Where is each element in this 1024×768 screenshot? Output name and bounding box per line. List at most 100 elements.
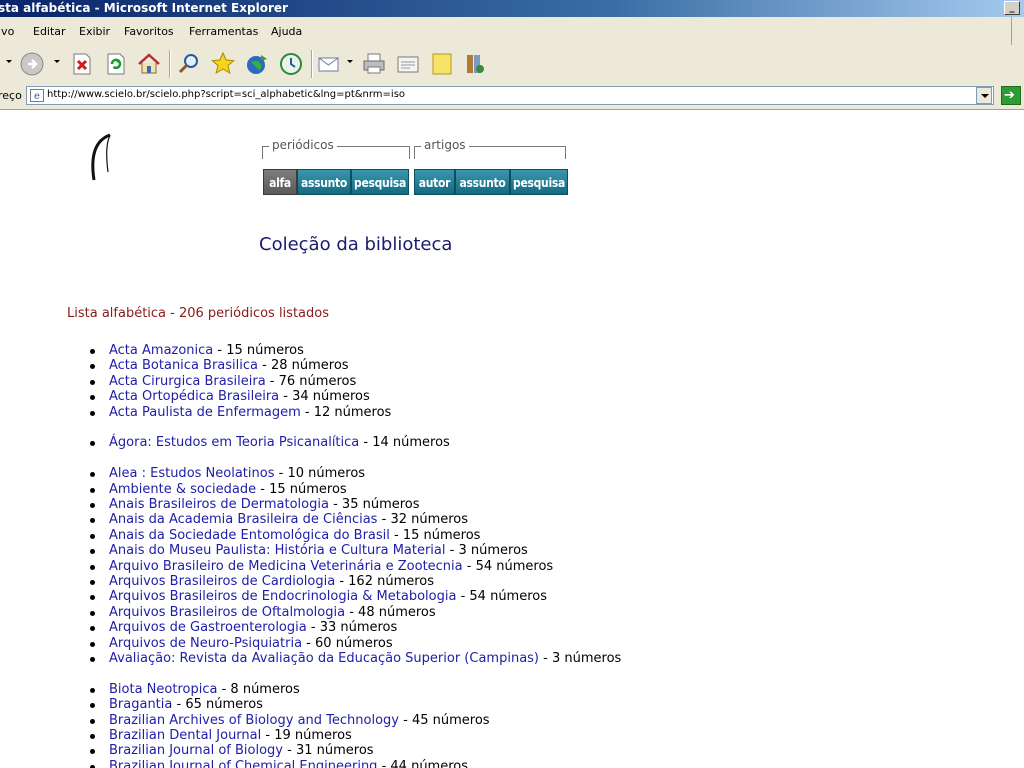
separator: -: [445, 543, 459, 558]
journal-row-text: Anais da Sociedade Entomológica do Brasi…: [109, 528, 480, 543]
media-icon[interactable]: [244, 51, 270, 77]
issue-count: 10 números: [287, 466, 366, 481]
journal-link[interactable]: Arquivos Brasileiros de Cardiologia: [109, 574, 335, 589]
nav-artigos-pesquisa[interactable]: pesquisa: [510, 169, 568, 195]
issue-count: 12 números: [313, 405, 392, 420]
journal-link[interactable]: Acta Botanica Brasilica: [109, 358, 258, 373]
journal-link[interactable]: Alea : Estudos Neolatinos: [109, 466, 274, 481]
discuss-icon[interactable]: [429, 51, 455, 77]
journal-link[interactable]: Brazilian Journal of Chemical Engineerin…: [109, 759, 377, 768]
journal-row-text: Anais Brasileiros de Dermatologia - 35 n…: [109, 497, 420, 512]
journal-link[interactable]: Acta Amazonica: [109, 343, 213, 358]
journal-row-text: Acta Paulista de Enfermagem - 12 números: [109, 405, 391, 420]
mail-icon[interactable]: [316, 51, 342, 77]
ie-page-icon: e: [30, 89, 44, 102]
journal-link[interactable]: Arquivos de Neuro-Psiquiatria: [109, 636, 302, 651]
search-icon[interactable]: [176, 51, 202, 77]
journal-link[interactable]: Acta Cirurgica Brasileira: [109, 374, 266, 389]
messenger-icon[interactable]: [462, 51, 488, 77]
go-button-icon[interactable]: [1001, 86, 1021, 105]
journal-link[interactable]: Arquivos Brasileiros de Endocrinologia &…: [109, 589, 456, 604]
nav-artigos-assunto[interactable]: assunto: [455, 169, 510, 195]
journal-link[interactable]: Bragantia: [109, 697, 172, 712]
separator: -: [300, 405, 314, 420]
bullet-icon: [90, 395, 95, 400]
journal-link[interactable]: Brazilian Journal of Biology: [109, 743, 283, 758]
journal-link[interactable]: Anais do Museu Paulista: História e Cult…: [109, 543, 446, 558]
menu-tools[interactable]: Ferramentas: [189, 25, 258, 38]
scielo-logo[interactable]: [66, 132, 162, 188]
journal-link[interactable]: Arquivos de Gastroenterologia: [109, 620, 307, 635]
address-url: http://www.scielo.br/scielo.php?script=s…: [47, 89, 406, 100]
refresh-icon[interactable]: [103, 51, 129, 77]
history-icon[interactable]: [278, 51, 304, 77]
journal-row-text: Brazilian Dental Journal - 19 números: [109, 728, 352, 743]
svg-text:e: e: [34, 91, 40, 102]
journal-row-text: Anais do Museu Paulista: História e Cult…: [109, 543, 528, 558]
forward-icon[interactable]: [19, 51, 45, 77]
menu-help[interactable]: Ajuda: [271, 25, 302, 38]
bullet-icon: [90, 749, 95, 754]
separator: -: [261, 728, 275, 743]
menu-view[interactable]: Exibir: [79, 25, 110, 38]
menu-edit[interactable]: Editar: [33, 25, 66, 38]
edit-icon[interactable]: [395, 51, 421, 77]
issue-count: 31 números: [295, 743, 374, 758]
bullet-icon: [90, 380, 95, 385]
journal-link[interactable]: Brazilian Dental Journal: [109, 728, 261, 743]
nav-artigos-autor[interactable]: autor: [414, 169, 455, 195]
issue-count: 34 números: [292, 389, 370, 404]
address-input[interactable]: e http://www.scielo.br/scielo.php?script…: [26, 86, 994, 105]
back-dropdown-icon[interactable]: [6, 60, 12, 63]
journal-link[interactable]: Arquivos Brasileiros de Oftalmologia: [109, 605, 345, 620]
nav-periodicos-pesquisa[interactable]: pesquisa: [351, 169, 409, 195]
journal-link[interactable]: Ágora: Estudos em Teoria Psicanalítica: [109, 435, 359, 450]
menu-bar: ivo Editar Exibir Favoritos Ferramentas …: [0, 17, 1024, 46]
nav-periodicos-alfa[interactable]: alfa: [263, 169, 297, 195]
journal-link[interactable]: Acta Paulista de Enfermagem: [109, 405, 301, 420]
stop-icon[interactable]: [69, 51, 95, 77]
list-header: Lista alfabética - 206 periódicos listad…: [67, 306, 329, 321]
page-title: Coleção da biblioteca: [259, 234, 453, 255]
issue-count: 65 números: [185, 697, 263, 712]
journal-row-text: Acta Botanica Brasilica - 28 números: [109, 358, 349, 373]
issue-count: 19 números: [274, 728, 352, 743]
separator: -: [398, 713, 412, 728]
issue-count: 14 números: [372, 435, 450, 450]
journal-row-text: Arquivos de Gastroenterologia - 33 númer…: [109, 620, 397, 635]
home-icon[interactable]: [136, 51, 162, 77]
nav-periodicos-assunto[interactable]: assunto: [297, 169, 351, 195]
print-icon[interactable]: [361, 51, 387, 77]
bullet-icon: [90, 472, 95, 477]
forward-dropdown-icon[interactable]: [54, 60, 60, 63]
mail-dropdown-icon[interactable]: [347, 60, 353, 63]
menu-favorites[interactable]: Favoritos: [124, 25, 174, 38]
issue-count: 15 números: [226, 343, 304, 358]
journal-link[interactable]: Biota Neotropica: [109, 682, 217, 697]
bullet-icon: [90, 611, 95, 616]
address-label: reço: [0, 89, 22, 102]
windows-logo-icon: [1011, 17, 1024, 45]
close-window-icon[interactable]: _: [1004, 1, 1020, 15]
journal-link[interactable]: Brazilian Archives of Biology and Techno…: [109, 713, 399, 728]
journal-row-text: Brazilian Journal of Biology - 31 número…: [109, 743, 374, 758]
window-title: sta alfabética - Microsoft Internet Expl…: [0, 1, 288, 15]
journal-link[interactable]: Anais Brasileiros de Dermatologia: [109, 497, 329, 512]
separator: -: [328, 497, 342, 512]
artigos-caption: artigos: [421, 138, 469, 152]
issue-count: 54 números: [469, 589, 548, 604]
journal-link[interactable]: Anais da Sociedade Entomológica do Brasi…: [109, 528, 390, 543]
journal-link[interactable]: Ambiente & sociedade: [109, 482, 256, 497]
menu-file[interactable]: ivo: [0, 25, 14, 38]
toolbar-separator: [311, 50, 313, 78]
address-dropdown-icon[interactable]: [976, 87, 992, 104]
favorites-icon[interactable]: [210, 51, 236, 77]
journal-link[interactable]: Avaliação: Revista da Avaliação da Educa…: [109, 651, 539, 666]
journal-link[interactable]: Acta Ortopédica Brasileira: [109, 389, 279, 404]
journal-link[interactable]: Arquivo Brasileiro de Medicina Veterinár…: [109, 559, 463, 574]
journal-row-text: Brazilian Journal of Chemical Engineerin…: [109, 759, 468, 768]
issue-count: 15 números: [269, 482, 347, 497]
bullet-icon: [90, 518, 95, 523]
journal-link[interactable]: Anais da Academia Brasileira de Ciências: [109, 512, 377, 527]
bullet-icon: [90, 595, 95, 600]
